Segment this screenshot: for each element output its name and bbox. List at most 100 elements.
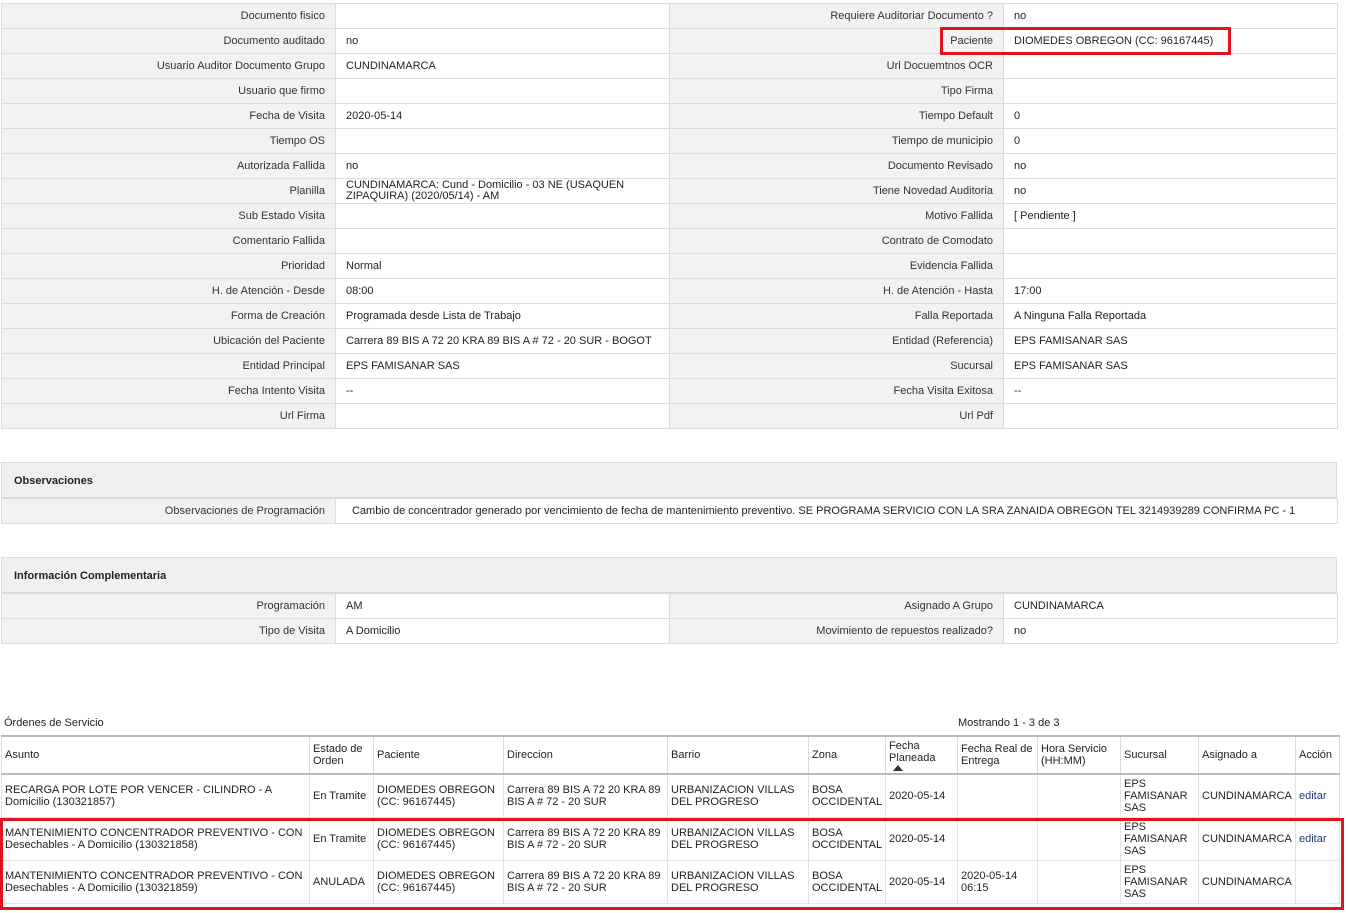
value-entidad-referencia: EPS FAMISANAR SAS bbox=[1003, 328, 1338, 354]
label-url-firma: Url Firma bbox=[1, 403, 336, 429]
order-sucursal-cell: EPS FAMISANAR SAS bbox=[1120, 817, 1199, 861]
label-fecha-de-visita: Fecha de Visita bbox=[1, 103, 336, 129]
observaciones-header: Observaciones bbox=[1, 462, 1337, 499]
detail-row: Forma de Creación Programada desde Lista … bbox=[1, 303, 1338, 329]
detail-row: Documento auditado no Paciente DIOMEDES OBR… bbox=[1, 28, 1338, 54]
observaciones-title: Observaciones bbox=[14, 475, 93, 487]
value-tiene-novedad-auditoria: no bbox=[1003, 178, 1338, 204]
column-header-sucursal[interactable]: Sucursal bbox=[1120, 735, 1199, 775]
label-url-docuemtnos-ocr: Url Docuemtnos OCR bbox=[669, 53, 1004, 79]
column-header-label: Hora Servicio (HH:MM) bbox=[1041, 743, 1108, 767]
edit-order-link[interactable]: editar bbox=[1299, 833, 1327, 845]
label-paciente: Paciente bbox=[669, 28, 1004, 54]
column-header-accion[interactable]: Acción bbox=[1295, 735, 1340, 775]
observaciones-value: Cambio de concentrador generado por venc… bbox=[335, 498, 1338, 524]
value-url-pdf bbox=[1003, 403, 1338, 429]
sort-ascending-icon[interactable] bbox=[893, 764, 903, 771]
detail-row: Usuario Auditor Documento Grupo CUNDINAMA… bbox=[1, 53, 1338, 79]
edit-order-link[interactable]: editar bbox=[1299, 790, 1327, 802]
value-evidencia-fallida bbox=[1003, 253, 1338, 279]
value-fecha-visita-exitosa: -- bbox=[1003, 378, 1338, 404]
column-header-label: Barrio bbox=[671, 749, 701, 761]
value-planilla: CUNDINAMARCA: Cund - Domicilio - 03 NE (… bbox=[335, 178, 670, 204]
value-autorizada-fallida: no bbox=[335, 153, 670, 179]
column-header-label: Acción bbox=[1299, 749, 1333, 761]
orders-table: Asunto Estado de Orden Paciente Direccion Ba… bbox=[1, 735, 1340, 904]
value-falla-reportada: A Ninguna Falla Reportada bbox=[1003, 303, 1338, 329]
label-asignado-a-grupo: Asignado A Grupo bbox=[669, 593, 1004, 619]
value-tiempo-os bbox=[335, 128, 670, 154]
detail-row: Sub Estado Visita Motivo Fallida[ Pendien… bbox=[1, 203, 1338, 229]
label-tipo-de-visita: Tipo de Visita bbox=[1, 618, 336, 644]
column-header-estado-de-orden[interactable]: Estado de Orden bbox=[309, 735, 374, 775]
order-direccion-cell: Carrera 89 BIS A 72 20 KRA 89 BIS A # 72… bbox=[503, 817, 668, 861]
detail-row: Documento fisico Requiere Auditoriar Docu… bbox=[1, 3, 1338, 29]
label-ubicacion-del-paciente: Ubicación del Paciente bbox=[1, 328, 336, 354]
label-prioridad: Prioridad bbox=[1, 253, 336, 279]
value-asignado-a-grupo: CUNDINAMARCA bbox=[1003, 593, 1338, 619]
column-header-paciente[interactable]: Paciente bbox=[373, 735, 504, 775]
detail-row: Usuario que firmo Tipo Firma bbox=[1, 78, 1338, 104]
label-sub-estado-visita: Sub Estado Visita bbox=[1, 203, 336, 229]
order-paciente-cell: DIOMEDES OBREGON (CC: 96167445) bbox=[373, 817, 504, 861]
label-entidad-principal: Entidad Principal bbox=[1, 353, 336, 379]
label-tipo-firma: Tipo Firma bbox=[669, 78, 1004, 104]
order-accion-cell: editar bbox=[1295, 817, 1340, 861]
label-fecha-visita-exitosa: Fecha Visita Exitosa bbox=[669, 378, 1004, 404]
orders-body: RECARGA POR LOTE POR VENCER - CILINDRO -… bbox=[1, 773, 1340, 904]
label-h-de-atencion-desde: H. de Atención - Desde bbox=[1, 278, 336, 304]
column-header-asunto[interactable]: Asunto bbox=[1, 735, 310, 775]
order-fecha-planeada-cell: 2020-05-14 bbox=[885, 860, 958, 904]
detail-row: Url Firma Url Pdf bbox=[1, 403, 1338, 429]
label-documento-auditado: Documento auditado bbox=[1, 28, 336, 54]
order-barrio-cell: URBANIZACION VILLAS DEL PROGRESO bbox=[667, 860, 809, 904]
label-planilla: Planilla bbox=[1, 178, 336, 204]
column-header-fecha-planeada[interactable]: Fecha Planeada bbox=[885, 735, 958, 775]
column-header-label: Sucursal bbox=[1124, 749, 1167, 761]
value-tiempo-de-municipio: 0 bbox=[1003, 128, 1338, 154]
column-header-asignado-a[interactable]: Asignado a bbox=[1198, 735, 1296, 775]
label-usuario-auditor-documento-grupo: Usuario Auditor Documento Grupo bbox=[1, 53, 336, 79]
column-header-label: Asunto bbox=[5, 749, 40, 761]
label-sucursal: Sucursal bbox=[669, 353, 1004, 379]
order-row: RECARGA POR LOTE POR VENCER - CILINDRO -… bbox=[1, 773, 1340, 818]
order-hora-cell bbox=[1037, 817, 1121, 861]
detail-row: Planilla CUNDINAMARCA: Cund - Domicilio -… bbox=[1, 178, 1338, 204]
value-usuario-que-firmo bbox=[335, 78, 670, 104]
value-entidad-principal: EPS FAMISANAR SAS bbox=[335, 353, 670, 379]
observaciones-row: Observaciones de Programación Cambio de … bbox=[1, 498, 1338, 524]
label-usuario-que-firmo: Usuario que firmo bbox=[1, 78, 336, 104]
value-usuario-auditor-documento-grupo: CUNDINAMARCA bbox=[335, 53, 670, 79]
complementaria-body: Programación AM Asignado A Grupo CUNDINAMAR… bbox=[1, 593, 1338, 644]
label-motivo-fallida: Motivo Fallida bbox=[669, 203, 1004, 229]
order-hora-cell bbox=[1037, 773, 1121, 818]
order-fecha-real-cell bbox=[957, 773, 1038, 818]
value-motivo-fallida: [ Pendiente ] bbox=[1003, 203, 1338, 229]
order-row: MANTENIMIENTO CONCENTRADOR PREVENTIVO - … bbox=[1, 817, 1340, 861]
column-header-fecha-real-de-entrega[interactable]: Fecha Real de Entrega bbox=[957, 735, 1038, 775]
order-zona-cell: BOSA OCCIDENTAL bbox=[808, 773, 886, 818]
value-paciente: DIOMEDES OBREGON (CC: 96167445) bbox=[1003, 28, 1338, 54]
label-documento-revisado: Documento Revisado bbox=[669, 153, 1004, 179]
label-entidad-referencia: Entidad (Referencia) bbox=[669, 328, 1004, 354]
order-asignado-cell: CUNDINAMARCA bbox=[1198, 860, 1296, 904]
order-row: MANTENIMIENTO CONCENTRADOR PREVENTIVO - … bbox=[1, 860, 1340, 904]
value-documento-fisico bbox=[335, 3, 670, 29]
order-paciente-cell: DIOMEDES OBREGON (CC: 96167445) bbox=[373, 860, 504, 904]
complementaria-table: Programación AM Asignado A Grupo CUNDINAMAR… bbox=[1, 593, 1338, 644]
complementaria-header: Información Complementaria bbox=[1, 557, 1337, 594]
column-header-zona[interactable]: Zona bbox=[808, 735, 886, 775]
label-comentario-fallida: Comentario Fallida bbox=[1, 228, 336, 254]
visit-detail-table: Documento fisico Requiere Auditoriar Docu… bbox=[1, 3, 1338, 429]
detail-row: Ubicación del Paciente Carrera 89 BIS A 7… bbox=[1, 328, 1338, 354]
column-header-barrio[interactable]: Barrio bbox=[667, 735, 809, 775]
value-documento-auditado: no bbox=[335, 28, 670, 54]
order-fecha-real-cell: 2020-05-14 06:15 bbox=[957, 860, 1038, 904]
column-header-direccion[interactable]: Direccion bbox=[503, 735, 668, 775]
order-hora-cell bbox=[1037, 860, 1121, 904]
order-accion-cell bbox=[1295, 860, 1340, 904]
value-tipo-firma bbox=[1003, 78, 1338, 104]
column-header-hora-servicio-hh-mm[interactable]: Hora Servicio (HH:MM) bbox=[1037, 735, 1121, 775]
value-url-docuemtnos-ocr bbox=[1003, 53, 1338, 79]
label-tiene-novedad-auditoria: Tiene Novedad Auditoria bbox=[669, 178, 1004, 204]
